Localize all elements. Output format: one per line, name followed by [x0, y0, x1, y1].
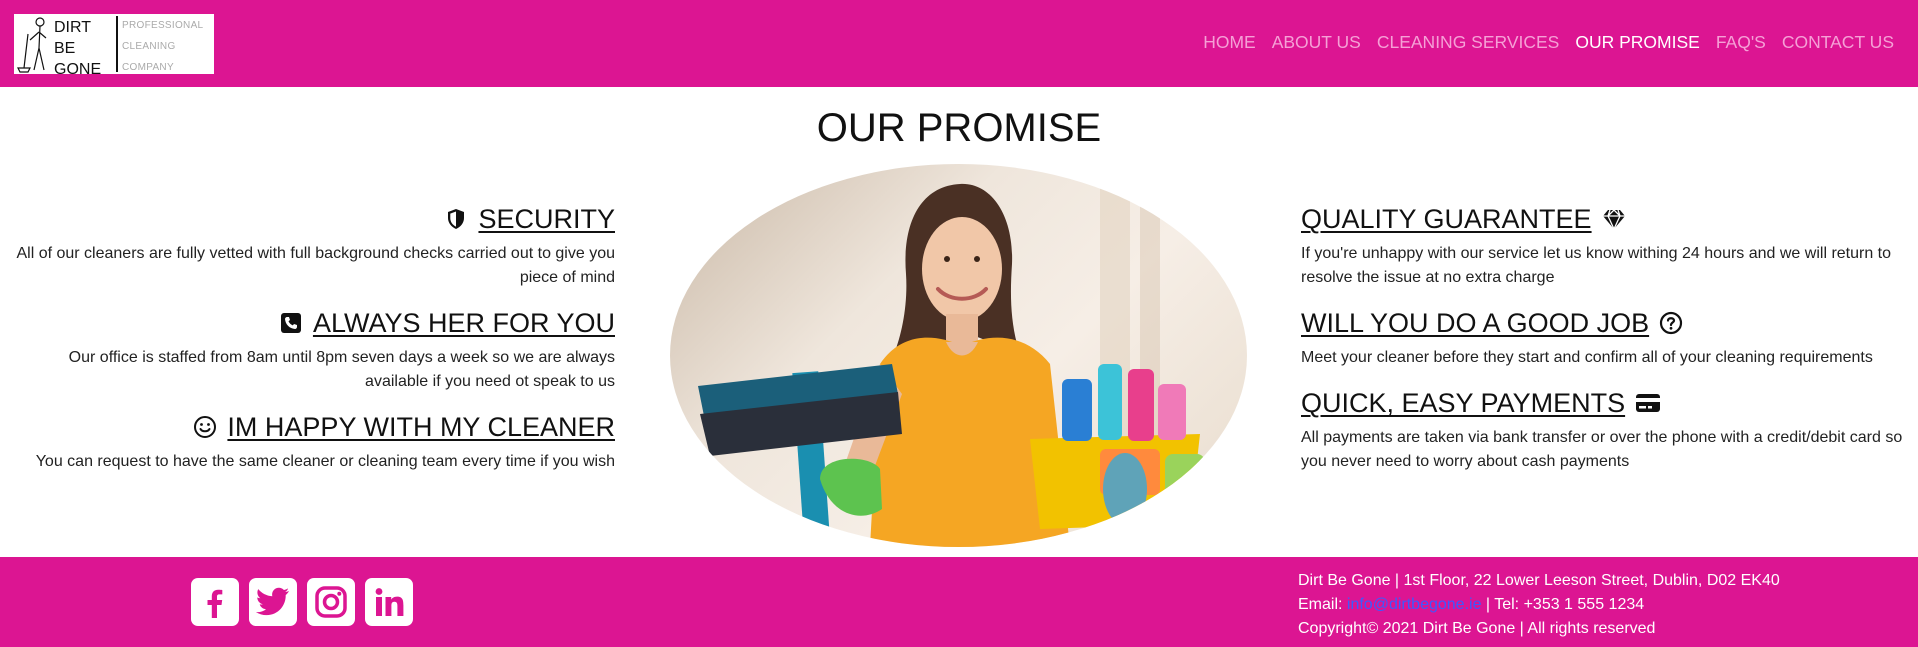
promise-text: All of our cleaners are fully vetted wit… — [16, 245, 615, 286]
promise-text: Meet your cleaner before they start and … — [1301, 349, 1873, 366]
footer-address: Dirt Be Gone | 1st Floor, 22 Lower Leeso… — [1298, 572, 1780, 589]
promise-heading: WILL YOU DO A GOOD JOB — [1301, 304, 1913, 342]
question-icon — [1659, 307, 1683, 335]
cleaner-figure-icon — [14, 14, 54, 74]
navbar: DIRT BE GONE PROFESSIONAL CLEANING COMPA… — [0, 0, 1918, 87]
logo-tagline: PROFESSIONAL CLEANING COMPANY — [122, 20, 204, 73]
promise-text: If you're unhappy with our service let u… — [1301, 245, 1892, 286]
shield-icon — [444, 203, 468, 229]
facebook-icon[interactable] — [191, 578, 239, 626]
footer-contact-line: Email: info@dirtbegone.ie | Tel: +353 1 … — [1298, 596, 1645, 613]
linkedin-icon[interactable] — [365, 578, 413, 626]
promise-quality-guarantee: QUALITY GUARANTEE If you're unhappy with… — [1301, 200, 1913, 290]
footer-copyright: Copyright© 2021 Dirt Be Gone | All right… — [1298, 620, 1656, 637]
nav-contact-us[interactable]: CONTACT US — [1782, 32, 1894, 53]
promise-good-job: WILL YOU DO A GOOD JOB Meet your cleaner… — [1301, 304, 1913, 370]
smile-icon — [193, 411, 217, 438]
promise-heading: QUALITY GUARANTEE — [1301, 200, 1913, 238]
promise-text: You can request to have the same cleaner… — [35, 453, 615, 470]
logo-wordmark: DIRT BE GONE — [54, 16, 118, 78]
nav-about-us[interactable]: ABOUT US — [1272, 32, 1361, 53]
cleaner-hero-image — [670, 164, 1247, 547]
social-links — [191, 578, 413, 626]
page-title: OUR PROMISE — [816, 106, 1102, 150]
main-nav: HOME ABOUT US CLEANING SERVICES OUR PROM… — [1203, 32, 1894, 53]
promise-security: SECURITY All of our cleaners are fully v… — [10, 200, 615, 290]
promise-text: Our office is staffed from 8am until 8pm… — [68, 349, 615, 390]
phone-icon — [279, 307, 303, 333]
promise-always-here: ALWAYS HER FOR YOU Our office is staffed… — [10, 304, 615, 394]
diamond-icon — [1602, 203, 1626, 231]
promise-easy-payments: QUICK, EASY PAYMENTS All payments are ta… — [1301, 384, 1913, 474]
footer: Dirt Be Gone | 1st Floor, 22 Lower Leeso… — [0, 557, 1918, 647]
promise-text: All payments are taken via bank transfer… — [1301, 429, 1903, 470]
nav-faqs[interactable]: FAQ'S — [1716, 32, 1766, 53]
promise-heading: IM HAPPY WITH MY CLEANER — [10, 408, 615, 446]
logo[interactable]: DIRT BE GONE PROFESSIONAL CLEANING COMPA… — [14, 14, 214, 78]
promise-heading: SECURITY — [10, 200, 615, 238]
credit-card-icon — [1635, 387, 1661, 412]
nav-our-promise[interactable]: OUR PROMISE — [1575, 32, 1699, 53]
nav-cleaning-services[interactable]: CLEANING SERVICES — [1377, 32, 1560, 53]
promise-heading: ALWAYS HER FOR YOU — [10, 304, 615, 342]
nav-home[interactable]: HOME — [1203, 32, 1256, 53]
promise-column-right: QUALITY GUARANTEE If you're unhappy with… — [1301, 200, 1913, 488]
instagram-icon[interactable] — [307, 578, 355, 626]
footer-contact-info: Dirt Be Gone | 1st Floor, 22 Lower Leeso… — [1298, 569, 1780, 641]
promise-column-left: SECURITY All of our cleaners are fully v… — [10, 200, 615, 488]
promise-heading: QUICK, EASY PAYMENTS — [1301, 384, 1913, 422]
promise-happy-cleaner: IM HAPPY WITH MY CLEANER You can request… — [10, 408, 615, 474]
email-link[interactable]: info@dirtbegone.ie — [1347, 596, 1482, 613]
twitter-icon[interactable] — [249, 578, 297, 626]
